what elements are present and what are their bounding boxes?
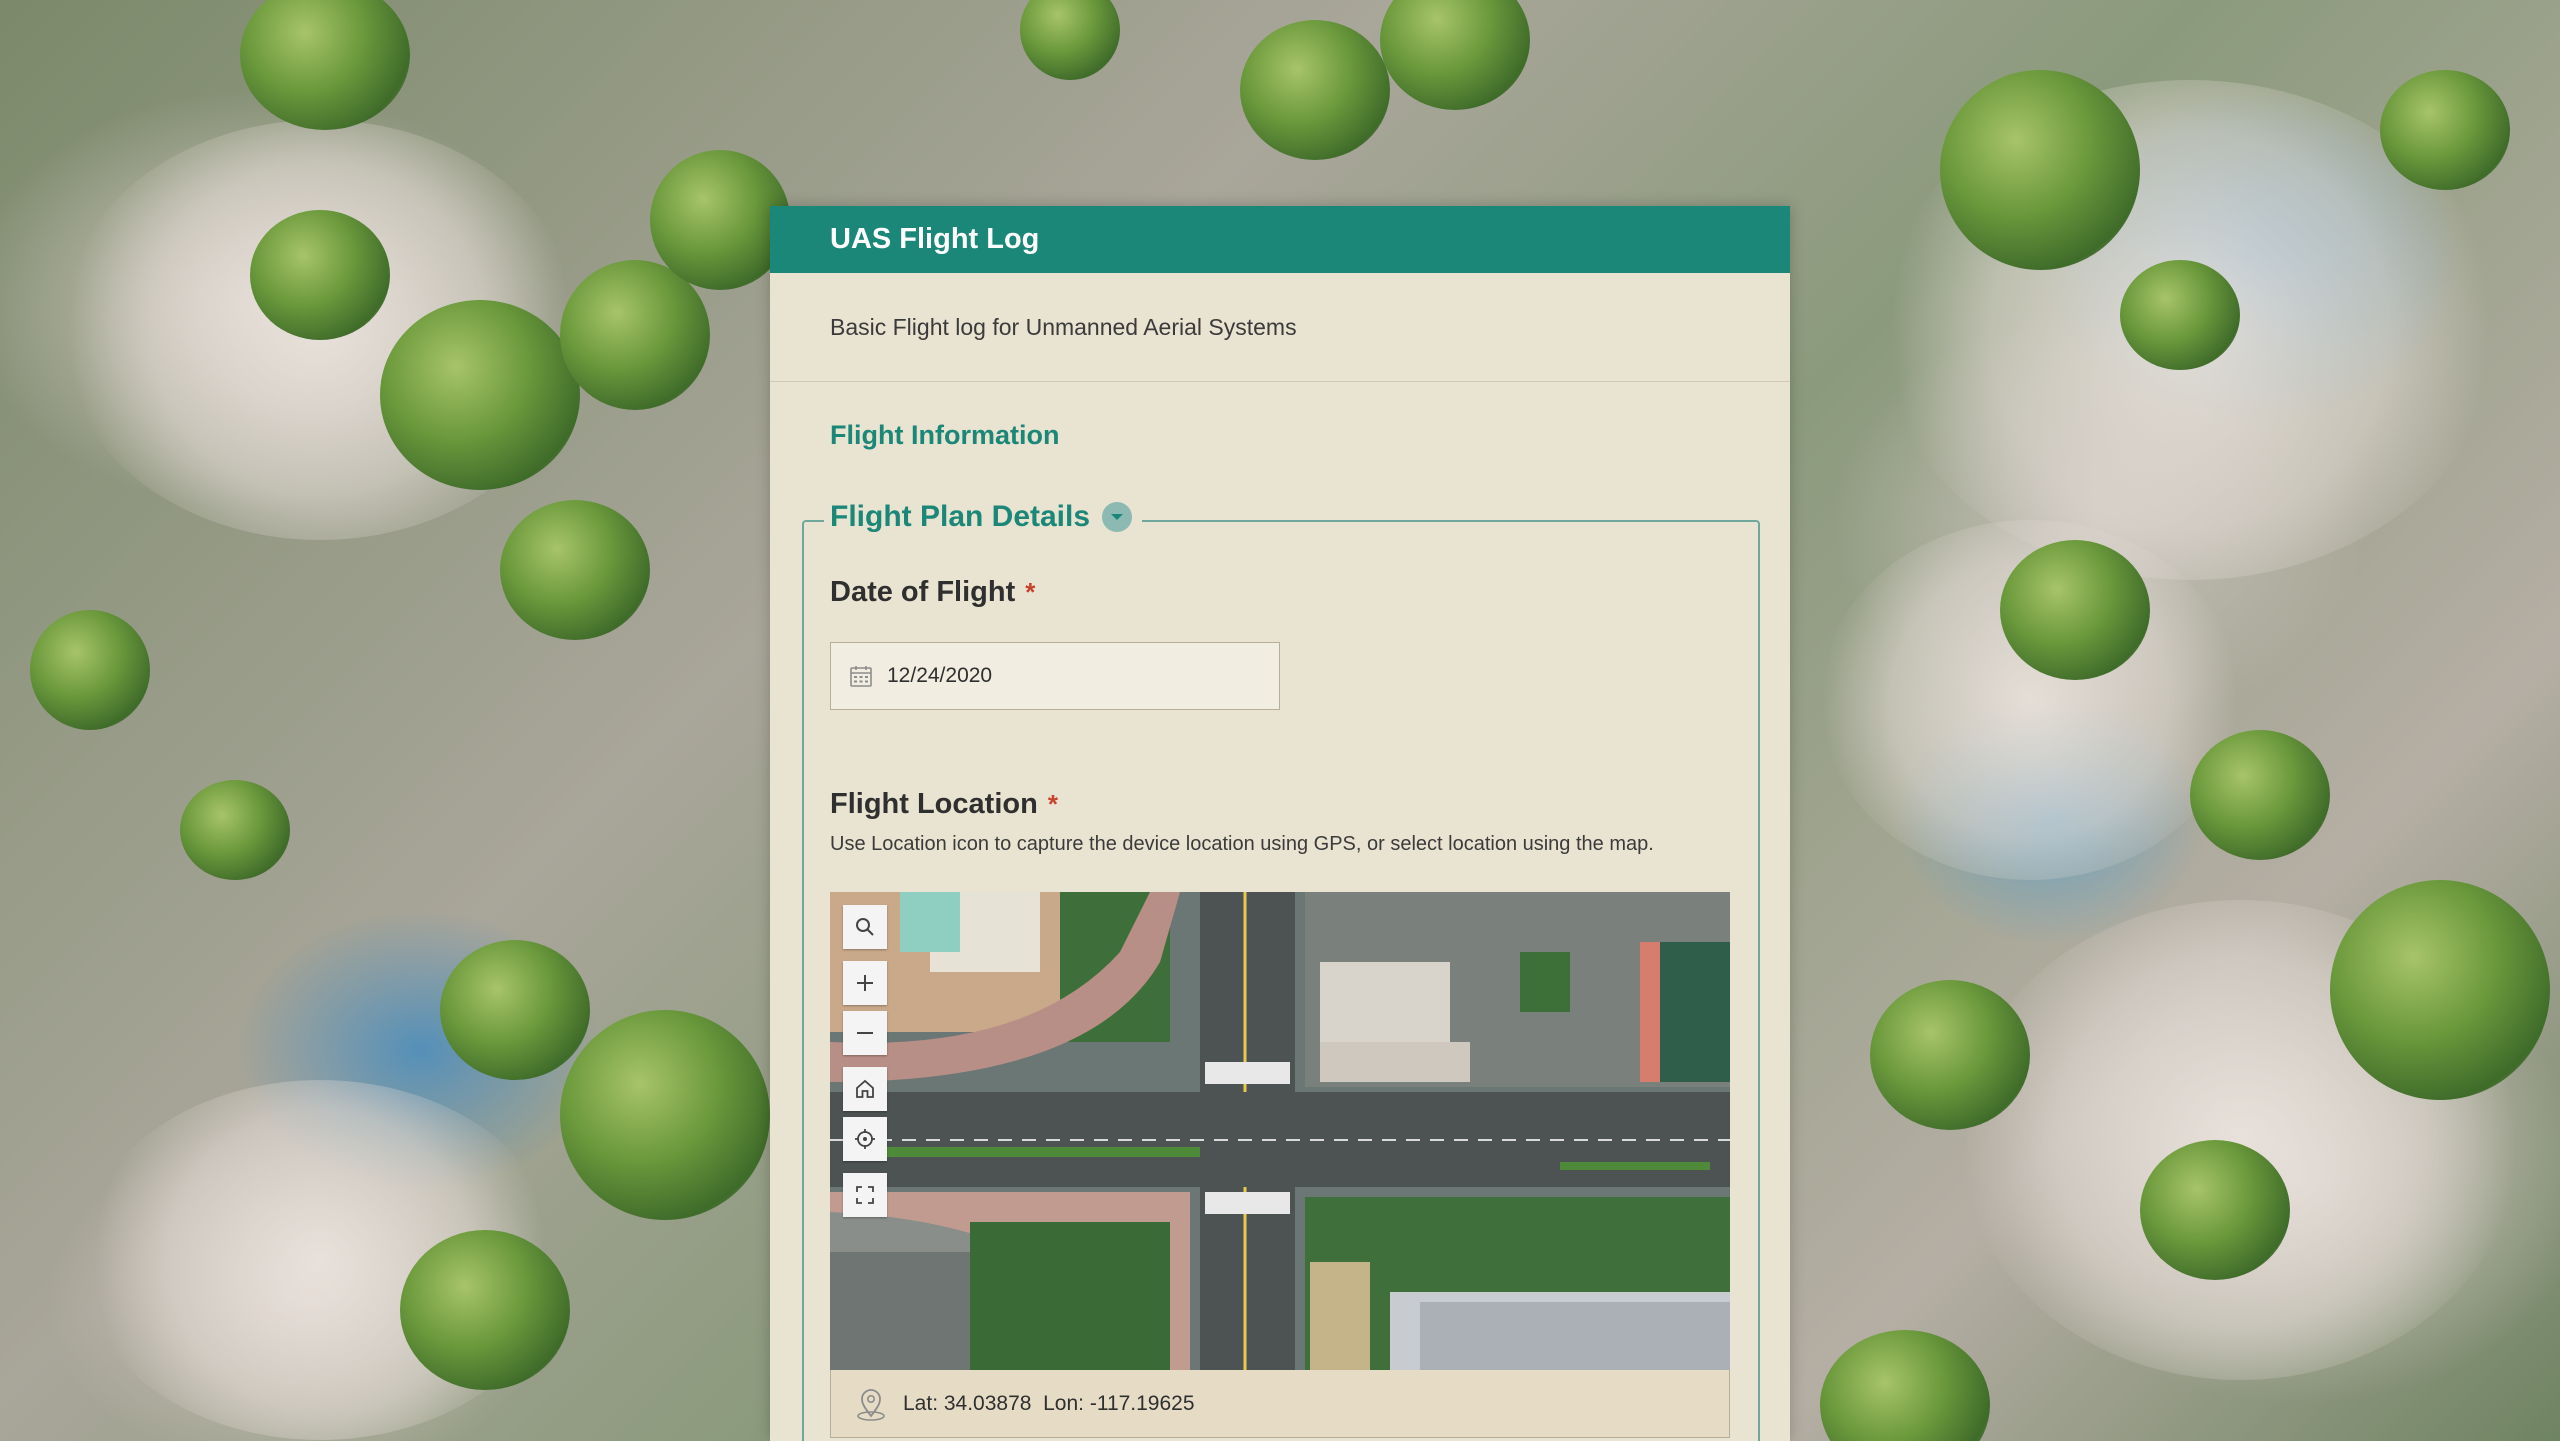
zoom-in-icon <box>857 975 873 991</box>
map-home-button[interactable] <box>843 1067 887 1111</box>
collapse-button[interactable] <box>1102 502 1133 532</box>
flight-location-label: Flight Location * <box>830 788 1058 820</box>
date-of-flight-input[interactable]: 12/24/2020 <box>830 642 1280 710</box>
fullscreen-icon <box>856 1186 874 1204</box>
group-title: Flight Plan Details <box>830 500 1091 533</box>
required-marker: * <box>1025 577 1036 607</box>
home-icon <box>856 1079 874 1098</box>
required-marker: * <box>1047 789 1058 819</box>
date-of-flight-label: Date of Flight * <box>830 576 1036 608</box>
group-legend: Flight Plan Details <box>824 500 1143 534</box>
form-header: UAS Flight Log <box>770 206 1790 273</box>
map-search-button[interactable] <box>843 905 887 949</box>
form-description: Basic Flight log for Unmanned Aerial Sys… <box>770 273 1790 382</box>
zoom-out-icon <box>857 1032 873 1034</box>
chevron-down-icon <box>1111 514 1124 520</box>
map-toolbar <box>843 905 887 1217</box>
coordinates-value: Lat: 34.03878 Lon: -117.19625 <box>903 1391 1195 1415</box>
map-fullscreen-button[interactable] <box>843 1173 887 1217</box>
flight-location-hint: Use Location icon to capture the device … <box>830 833 1654 855</box>
coordinates-bar: Lat: 34.03878 Lon: -117.19625 <box>830 1370 1730 1438</box>
locate-icon <box>855 1129 875 1149</box>
calendar-icon <box>850 666 872 687</box>
location-pin-icon[interactable] <box>853 1386 889 1422</box>
map-zoom-in-button[interactable] <box>843 961 887 1005</box>
form-panel: UAS Flight Log Basic Flight log for Unma… <box>770 206 1790 1441</box>
section-title: Flight Information <box>830 420 1060 450</box>
map-zoom-out-button[interactable] <box>843 1011 887 1055</box>
map-locate-button[interactable] <box>843 1117 887 1161</box>
date-value: 12/24/2020 <box>887 664 993 687</box>
form-title: UAS Flight Log <box>830 223 1040 255</box>
location-map[interactable] <box>830 892 1730 1370</box>
aerial-map-image <box>830 892 1730 1370</box>
search-icon <box>856 918 874 936</box>
